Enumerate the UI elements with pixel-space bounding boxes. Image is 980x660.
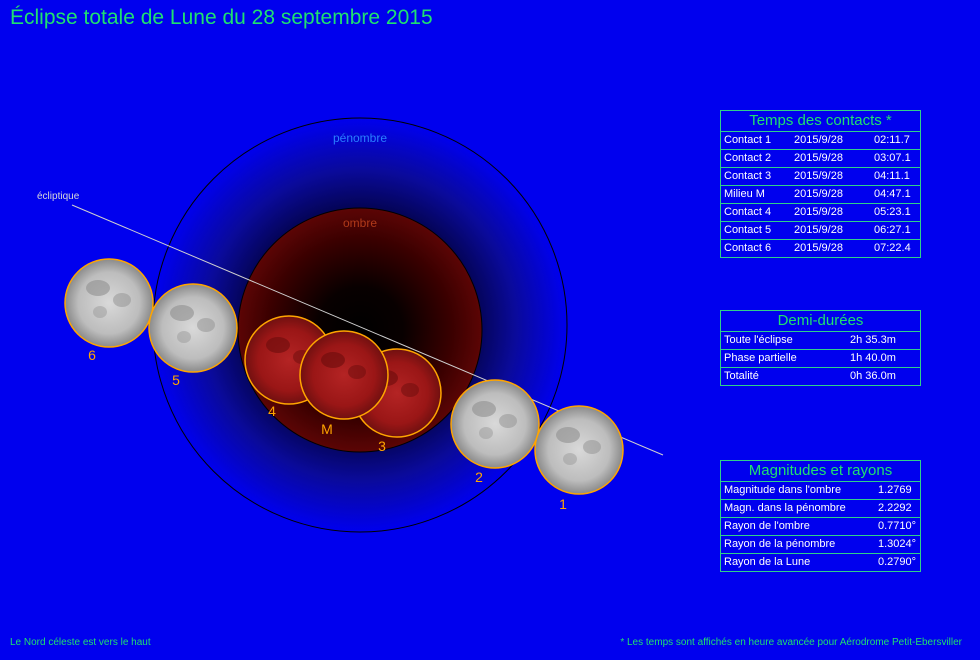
duration-label: Toute l'éclipse (724, 334, 793, 346)
table-row: Totalité 0h 36.0m (721, 368, 920, 385)
duration-label: Totalité (724, 370, 759, 382)
moon-m (299, 330, 389, 420)
magnitude-label: Rayon de la Lune (724, 556, 811, 568)
table-row: Contact 1 2015/9/28 02:11.7 (721, 132, 920, 150)
contact-date: 2015/9/28 (794, 242, 843, 254)
footer-note-times: * Les temps sont affichés en heure avanc… (620, 637, 962, 648)
contact-name: Contact 5 (724, 224, 772, 236)
duration-value: 0h 36.0m (850, 370, 896, 382)
moon-2 (450, 379, 540, 469)
contact-time: 07:22.4 (874, 242, 911, 254)
durations-panel: Demi-durées Toute l'éclipse 2h 35.3m Pha… (720, 310, 921, 386)
contacts-panel: Temps des contacts * Contact 1 2015/9/28… (720, 110, 921, 258)
moon-2-disk (450, 379, 540, 469)
moon-label-5: 5 (172, 372, 180, 388)
magnitudes-panel-title: Magnitudes et rayons (721, 461, 920, 482)
table-row: Rayon de l'ombre 0.7710° (721, 518, 920, 536)
magnitude-value: 0.7710° (878, 520, 917, 532)
magnitudes-panel: Magnitudes et rayons Magnitude dans l'om… (720, 460, 921, 572)
table-row: Magnitude dans l'ombre 1.2769 (721, 482, 920, 500)
moon-6 (64, 258, 154, 348)
contact-time: 04:11.1 (874, 170, 910, 182)
magnitude-label: Rayon de l'ombre (724, 520, 810, 532)
contact-time: 03:07.1 (874, 152, 911, 164)
table-row: Milieu M 2015/9/28 04:47.1 (721, 186, 920, 204)
contacts-panel-title: Temps des contacts * (721, 111, 920, 132)
umbra-label: ombre (343, 216, 377, 230)
duration-value: 1h 40.0m (850, 352, 896, 364)
contact-time: 04:47.1 (874, 188, 911, 200)
contact-name: Contact 3 (724, 170, 772, 182)
magnitude-value: 0.2790° (878, 556, 917, 568)
contact-time: 06:27.1 (874, 224, 911, 236)
moon-1 (534, 405, 624, 495)
contact-time: 05:23.1 (874, 206, 911, 218)
moon-1-disk (534, 405, 624, 495)
contact-date: 2015/9/28 (794, 188, 843, 200)
contact-date: 2015/9/28 (794, 152, 843, 164)
moon-label-2: 2 (475, 469, 483, 485)
moon-label-4: 4 (268, 403, 276, 419)
table-row: Contact 6 2015/9/28 07:22.4 (721, 240, 920, 257)
footer-note-north: Le Nord céleste est vers le haut (10, 637, 151, 648)
penumbra-label: pénombre (333, 131, 387, 145)
duration-label: Phase partielle (724, 352, 797, 364)
table-row: Contact 3 2015/9/28 04:11.1 (721, 168, 920, 186)
table-row: Magn. dans la pénombre 2.2292 (721, 500, 920, 518)
magnitude-value: 1.3024° (878, 538, 917, 550)
table-row: Contact 5 2015/9/28 06:27.1 (721, 222, 920, 240)
contact-date: 2015/9/28 (794, 170, 843, 182)
magnitude-label: Magn. dans la pénombre (724, 502, 846, 514)
moon-label-m: M (321, 421, 333, 437)
contact-date: 2015/9/28 (794, 134, 843, 146)
table-row: Phase partielle 1h 40.0m (721, 350, 920, 368)
magnitude-value: 2.2292 (878, 502, 912, 514)
moon-5 (148, 283, 238, 373)
contact-name: Contact 6 (724, 242, 772, 254)
contact-name: Contact 2 (724, 152, 772, 164)
magnitude-label: Rayon de la pénombre (724, 538, 836, 550)
moon-5-disk (148, 283, 238, 373)
table-row: Rayon de la Lune 0.2790° (721, 554, 920, 571)
contact-name: Milieu M (724, 188, 765, 200)
moon-label-3: 3 (378, 438, 386, 454)
duration-value: 2h 35.3m (850, 334, 896, 346)
moon-6-disk (64, 258, 154, 348)
table-row: Toute l'éclipse 2h 35.3m (721, 332, 920, 350)
magnitude-value: 1.2769 (878, 484, 912, 496)
moon-m-disk (299, 330, 389, 420)
contact-time: 02:11.7 (874, 134, 910, 146)
contact-date: 2015/9/28 (794, 206, 843, 218)
contact-name: Contact 4 (724, 206, 772, 218)
durations-panel-title: Demi-durées (721, 311, 920, 332)
moon-label-1: 1 (559, 496, 567, 512)
moon-label-6: 6 (88, 347, 96, 363)
contact-name: Contact 1 (724, 134, 772, 146)
table-row: Contact 4 2015/9/28 05:23.1 (721, 204, 920, 222)
table-row: Rayon de la pénombre 1.3024° (721, 536, 920, 554)
contact-date: 2015/9/28 (794, 224, 843, 236)
table-row: Contact 2 2015/9/28 03:07.1 (721, 150, 920, 168)
ecliptic-label: écliptique (37, 191, 80, 202)
magnitude-label: Magnitude dans l'ombre (724, 484, 842, 496)
